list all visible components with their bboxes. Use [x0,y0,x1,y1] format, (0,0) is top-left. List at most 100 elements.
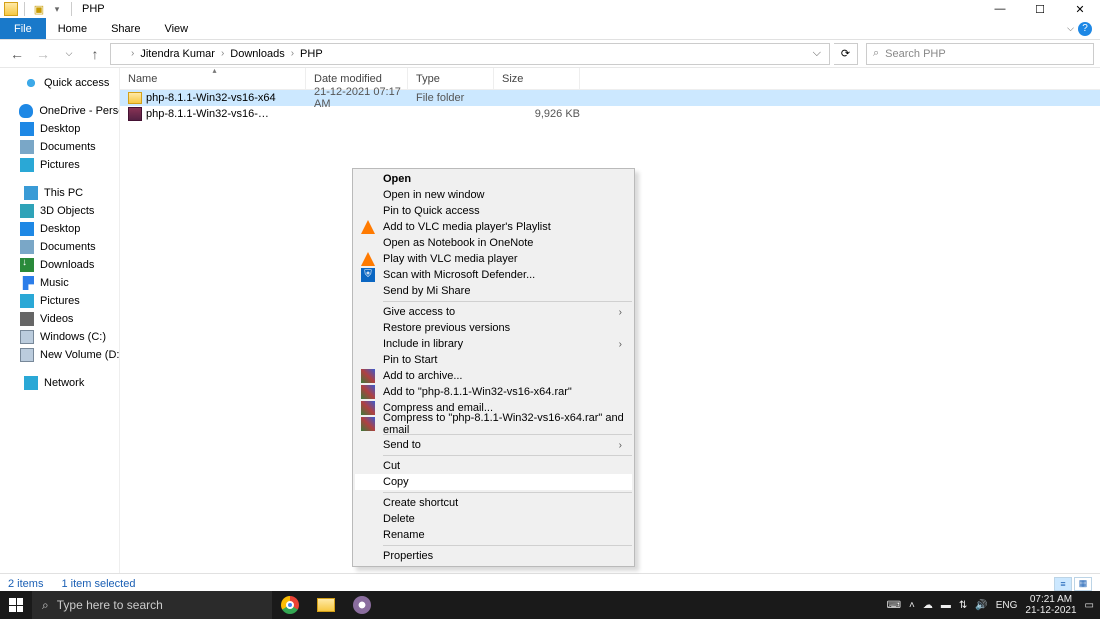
documents-icon [20,140,34,154]
ctx-rename[interactable]: Rename [355,527,632,543]
sidebar-item-quick-access[interactable]: Quick access [4,74,115,92]
sidebar-item-documents[interactable]: Documents [4,138,115,156]
table-row[interactable]: php-8.1.1-Win32-vs16-x64 21-12-2021 07:1… [120,90,1100,106]
ctx-restore-versions[interactable]: Restore previous versions [355,320,632,336]
taskbar-search[interactable]: ⌕ Type here to search [32,591,272,619]
tray-notifications-icon[interactable]: ▭ [1085,600,1094,611]
pictures-icon [20,294,34,308]
tray-battery-icon[interactable]: ▬ [941,600,951,611]
close-button[interactable]: ✕ [1060,0,1100,18]
breadcrumb[interactable]: Downloads [228,48,286,60]
ctx-include-library[interactable]: Include in library› [355,336,632,352]
tab-share[interactable]: Share [99,18,152,39]
ctx-delete[interactable]: Delete [355,511,632,527]
sidebar-item-3dobjects[interactable]: 3D Objects [4,202,115,220]
3d-icon [20,204,34,218]
tab-home[interactable]: Home [46,18,99,39]
documents-icon [20,240,34,254]
sidebar-item-pictures[interactable]: Pictures [4,156,115,174]
navigation-bar: ← → ⌵ ↑ › Jitendra Kumar › Downloads › P… [0,40,1100,68]
star-icon [24,76,38,90]
table-row[interactable]: php-8.1.1-Win32-vs16-… 9,926 KB [120,106,1100,122]
ctx-properties[interactable]: Properties [355,548,632,564]
sidebar-item-desktop[interactable]: Desktop [4,120,115,138]
network-icon [24,376,38,390]
back-button[interactable]: ← [6,43,28,65]
sidebar-item-onedrive[interactable]: OneDrive - Personal [4,102,115,120]
ctx-add-archive[interactable]: Add to archive... [355,368,632,384]
window-title: PHP [82,3,105,15]
quick-access-toolbar: ▣ ▾ [4,1,76,17]
tray-keyboard-icon[interactable]: ⌨ [887,600,901,611]
pictures-icon [20,158,34,172]
ctx-defender[interactable]: ⛨Scan with Microsoft Defender... [355,267,632,283]
ctx-send-to[interactable]: Send to› [355,437,632,453]
taskbar-paint[interactable] [344,591,380,619]
address-dropdown-icon[interactable]: ⌵ [807,47,827,60]
ribbon-tabs: File Home Share View ⌵ ? [0,18,1100,40]
view-details-button[interactable]: ≡ [1054,577,1072,591]
taskbar-explorer[interactable] [308,591,344,619]
qat-dropdown-icon[interactable]: ▾ [49,1,65,17]
tray-volume-icon[interactable]: 🔊 [975,600,987,611]
sidebar-item-drive-d[interactable]: New Volume (D:) [4,346,115,364]
ctx-copy[interactable]: Copy [355,474,632,490]
tray-clock[interactable]: 07:21 AM 21-12-2021 [1025,594,1076,616]
sidebar-item-documents[interactable]: Documents [4,238,115,256]
sidebar-item-drive-c[interactable]: Windows (C:) [4,328,115,346]
address-bar[interactable]: › Jitendra Kumar › Downloads › PHP ⌵ [110,43,830,65]
ctx-vlc-play[interactable]: Play with VLC media player [355,251,632,267]
qat-checkmark-icon[interactable]: ▣ [31,1,47,17]
music-icon [20,276,34,290]
ctx-open-new-window[interactable]: Open in new window [355,187,632,203]
taskbar-chrome[interactable] [272,591,308,619]
sidebar-item-desktop[interactable]: Desktop [4,220,115,238]
ctx-cut[interactable]: Cut [355,458,632,474]
tray-wifi-icon[interactable]: ⇅ [959,600,967,611]
tray-language[interactable]: ENG [996,600,1018,611]
column-type[interactable]: Type [408,68,494,89]
sidebar-item-pictures[interactable]: Pictures [4,292,115,310]
archive-icon [361,401,375,415]
recent-dropdown-icon[interactable]: ⌵ [58,43,80,65]
tray-onedrive-icon[interactable]: ☁ [923,600,933,611]
sidebar-item-music[interactable]: Music [4,274,115,292]
sidebar-item-network[interactable]: Network [4,374,115,392]
ctx-create-shortcut[interactable]: Create shortcut [355,495,632,511]
help-icon[interactable]: ? [1078,22,1092,36]
forward-button[interactable]: → [32,43,54,65]
refresh-button[interactable]: ⟳ [834,43,858,65]
ribbon-expand-icon[interactable]: ⌵ [1067,23,1074,34]
minimize-button[interactable]: — [980,0,1020,18]
sidebar-item-this-pc[interactable]: This PC [4,184,115,202]
pc-icon [24,186,38,200]
tray-chevron-up-icon[interactable]: ˄ [909,600,915,611]
sidebar-item-downloads[interactable]: Downloads [4,256,115,274]
ctx-open[interactable]: Open [355,171,632,187]
view-large-icons-button[interactable]: ▦ [1074,577,1092,591]
breadcrumb[interactable]: PHP [298,48,325,60]
column-size[interactable]: Size [494,68,580,89]
tab-file[interactable]: File [0,18,46,39]
ctx-pin-quick-access[interactable]: Pin to Quick access [355,203,632,219]
cloud-icon [19,104,33,118]
ctx-give-access[interactable]: Give access to› [355,304,632,320]
up-button[interactable]: ↑ [84,43,106,65]
maximize-button[interactable]: ☐ [1020,0,1060,18]
ctx-mi-share[interactable]: Send by Mi Share [355,283,632,299]
taskbar: ⌕ Type here to search ⌨ ˄ ☁ ▬ ⇅ 🔊 ENG 07… [0,591,1100,619]
column-name[interactable]: Name▴ [120,68,306,89]
ctx-vlc-add[interactable]: Add to VLC media player's Playlist [355,219,632,235]
ctx-compress-to-email[interactable]: Compress to "php-8.1.1-Win32-vs16-x64.ra… [355,416,632,432]
ctx-pin-start[interactable]: Pin to Start [355,352,632,368]
column-headers: Name▴ Date modified Type Size [120,68,1100,90]
ctx-onenote[interactable]: Open as Notebook in OneNote [355,235,632,251]
tab-view[interactable]: View [152,18,200,39]
start-button[interactable] [0,591,32,619]
search-input[interactable]: ⌕ Search PHP [866,43,1094,65]
sidebar-item-videos[interactable]: Videos [4,310,115,328]
windows-icon [9,598,23,612]
breadcrumb[interactable]: Jitendra Kumar [138,48,217,60]
archive-icon [361,417,375,431]
ctx-add-to-rar[interactable]: Add to "php-8.1.1-Win32-vs16-x64.rar" [355,384,632,400]
